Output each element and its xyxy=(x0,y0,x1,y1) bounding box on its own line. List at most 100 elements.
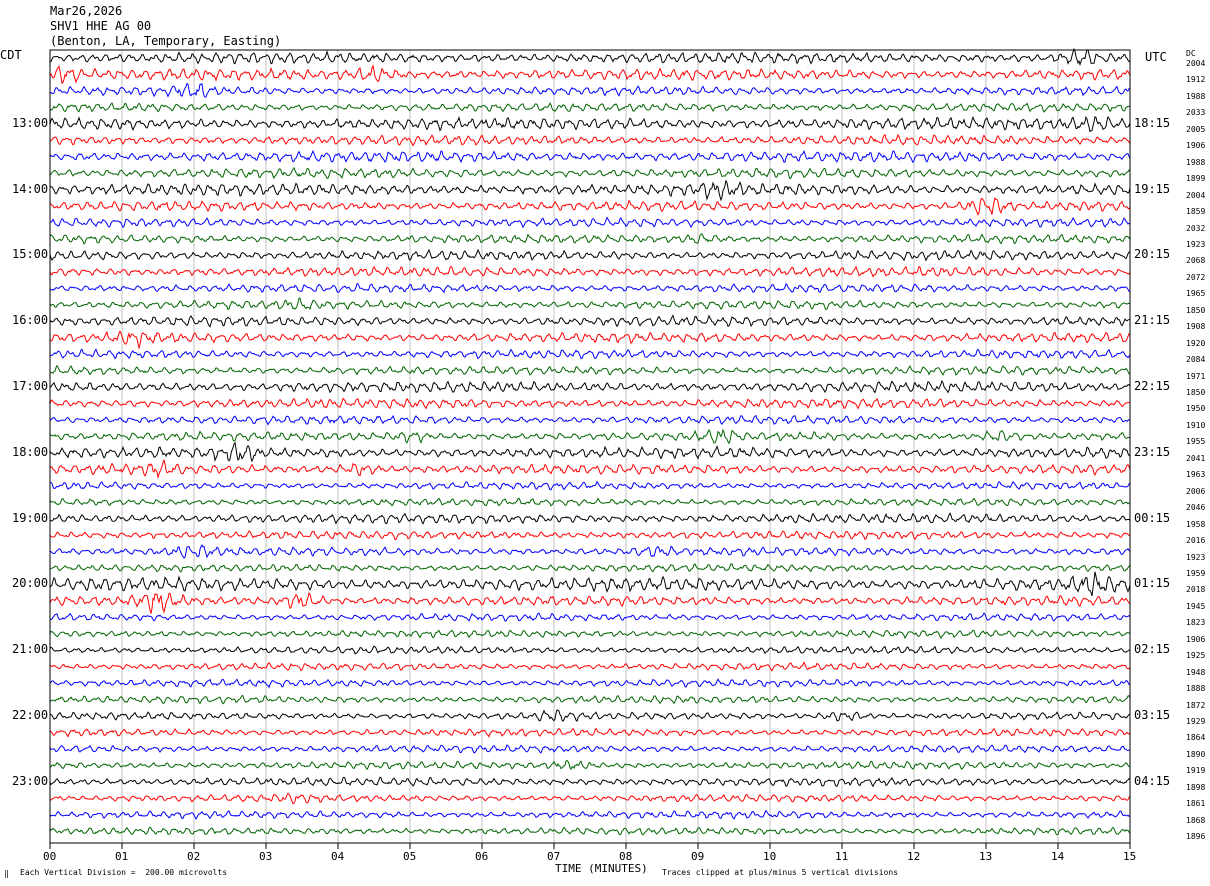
right-hour-label: 18:15 xyxy=(1134,115,1171,130)
trace-offset-value: 1925 xyxy=(1186,651,1206,661)
trace-offset-value: 1923 xyxy=(1186,239,1206,249)
trace-offset-value: 2084 xyxy=(1186,355,1206,365)
right-hour-label: 20:15 xyxy=(1134,247,1171,262)
trace-line-7 xyxy=(49,166,1131,180)
trace-line-1 xyxy=(49,64,1131,85)
left-hour-label: 23:00 xyxy=(12,773,49,788)
trace-line-40 xyxy=(49,709,1131,722)
trace-line-38 xyxy=(49,678,1131,689)
trace-offset-value: 2041 xyxy=(1186,453,1206,463)
x-tick-label-14: 14 xyxy=(1051,850,1065,863)
trace-line-31 xyxy=(49,563,1131,573)
trace-line-18 xyxy=(49,348,1131,360)
x-tick-label-13: 13 xyxy=(979,850,993,863)
trace-line-6 xyxy=(49,149,1131,164)
trace-line-3 xyxy=(49,102,1131,113)
trace-line-9 xyxy=(49,196,1131,216)
left-hour-label: 15:00 xyxy=(12,247,49,262)
trace-offset-value: 1888 xyxy=(1186,684,1206,694)
right-hour-label: 04:15 xyxy=(1134,773,1171,788)
corner-mark: ‖ xyxy=(4,869,9,878)
x-tick-label-15: 15 xyxy=(1123,850,1137,863)
trace-line-42 xyxy=(49,744,1131,754)
trace-line-35 xyxy=(49,629,1131,640)
right-hour-label: 22:15 xyxy=(1134,379,1171,393)
trace-line-4 xyxy=(49,115,1131,133)
trace-offset-value: 2032 xyxy=(1186,223,1206,233)
trace-offset-value: 2072 xyxy=(1186,272,1206,282)
left-hour-label: 20:00 xyxy=(12,576,49,591)
right-hour-label: 00:15 xyxy=(1134,510,1171,525)
left-hour-label: 18:00 xyxy=(12,444,49,459)
trace-line-10 xyxy=(50,216,1131,229)
trace-offset-value: 1896 xyxy=(1186,832,1206,842)
trace-offset-value: 1929 xyxy=(1186,717,1206,726)
trace-offset-value: 1920 xyxy=(1186,338,1206,348)
left-hour-label: 14:00 xyxy=(12,181,49,196)
left-hour-label: 19:00 xyxy=(12,510,49,525)
right-hour-label: 01:15 xyxy=(1134,576,1171,591)
trace-line-33 xyxy=(49,592,1131,614)
trace-line-36 xyxy=(49,645,1131,655)
trace-offset-value: 1988 xyxy=(1186,157,1206,167)
trace-offset-value: 2046 xyxy=(1186,503,1206,513)
scale-note: Each Vertical Division = 200.00 microvol… xyxy=(20,868,228,877)
trace-offset-value: 1899 xyxy=(1186,174,1206,184)
x-tick-label-03: 03 xyxy=(259,850,273,863)
left-hour-label: 22:00 xyxy=(12,708,49,722)
trace-offset-value: 1872 xyxy=(1186,700,1206,710)
x-tick-label-04: 04 xyxy=(331,850,345,863)
trace-line-16 xyxy=(49,314,1131,328)
trace-offset-value: 1988 xyxy=(1186,91,1206,101)
trace-offset-value: 2016 xyxy=(1186,536,1206,546)
trace-line-37 xyxy=(49,661,1131,672)
trace-line-21 xyxy=(49,397,1131,410)
trace-offset-value: 2006 xyxy=(1186,486,1206,496)
trace-line-47 xyxy=(49,826,1131,836)
trace-offset-value: 1912 xyxy=(1186,75,1206,85)
trace-offset-value: 1945 xyxy=(1186,601,1206,611)
trace-line-22 xyxy=(49,414,1131,426)
x-tick-label-01: 01 xyxy=(115,850,129,863)
left-hour-label: 17:00 xyxy=(12,379,49,393)
trace-offset-value: 2018 xyxy=(1186,585,1206,595)
trace-offset-value: 2004 xyxy=(1186,59,1206,68)
trace-offset-value: 1919 xyxy=(1186,766,1206,776)
left-hour-label: 21:00 xyxy=(12,642,49,657)
trace-line-43 xyxy=(49,759,1131,771)
right-hour-label: 21:15 xyxy=(1134,313,1171,328)
trace-line-15 xyxy=(49,297,1131,311)
right-hour-label: 02:15 xyxy=(1134,642,1171,657)
trace-offset-value: 1864 xyxy=(1186,733,1206,743)
trace-offset-value: 1963 xyxy=(1186,470,1206,480)
trace-offset-value: 2005 xyxy=(1186,124,1206,134)
trace-offset-value: 1850 xyxy=(1186,305,1206,315)
trace-line-25 xyxy=(49,458,1131,480)
trace-offset-value: 1906 xyxy=(1186,141,1206,151)
trace-line-8 xyxy=(49,179,1131,202)
trace-offset-value: 1906 xyxy=(1186,634,1206,644)
x-tick-label-12: 12 xyxy=(907,850,921,863)
trace-line-17 xyxy=(49,330,1131,350)
left-hour-label: 13:00 xyxy=(12,115,49,130)
trace-offset-value: 1950 xyxy=(1186,404,1206,414)
trace-offset-value: 2068 xyxy=(1186,256,1206,266)
right-hour-label: 19:15 xyxy=(1134,181,1171,196)
left-hour-label: 16:00 xyxy=(12,313,49,328)
trace-offset-value: 1923 xyxy=(1186,552,1206,562)
trace-offset-value: 1958 xyxy=(1186,519,1206,529)
trace-offset-value: 1861 xyxy=(1186,799,1206,809)
x-tick-label-05: 05 xyxy=(403,850,417,863)
minute-gridlines xyxy=(121,50,1059,843)
trace-line-13 xyxy=(49,265,1131,278)
clip-note: Traces clipped at plus/minus 5 vertical … xyxy=(662,868,899,877)
trace-offset-value: 1965 xyxy=(1186,289,1206,299)
x-tick-label-02: 02 xyxy=(187,850,201,863)
x-tick-label-06: 06 xyxy=(475,850,489,863)
x-tick-label-11: 11 xyxy=(835,850,849,863)
trace-line-0 xyxy=(49,47,1131,67)
right-hour-label: 03:15 xyxy=(1134,708,1171,722)
trace-offset-value: 1868 xyxy=(1186,815,1206,825)
trace-line-11 xyxy=(49,233,1131,245)
trace-line-34 xyxy=(49,612,1131,622)
